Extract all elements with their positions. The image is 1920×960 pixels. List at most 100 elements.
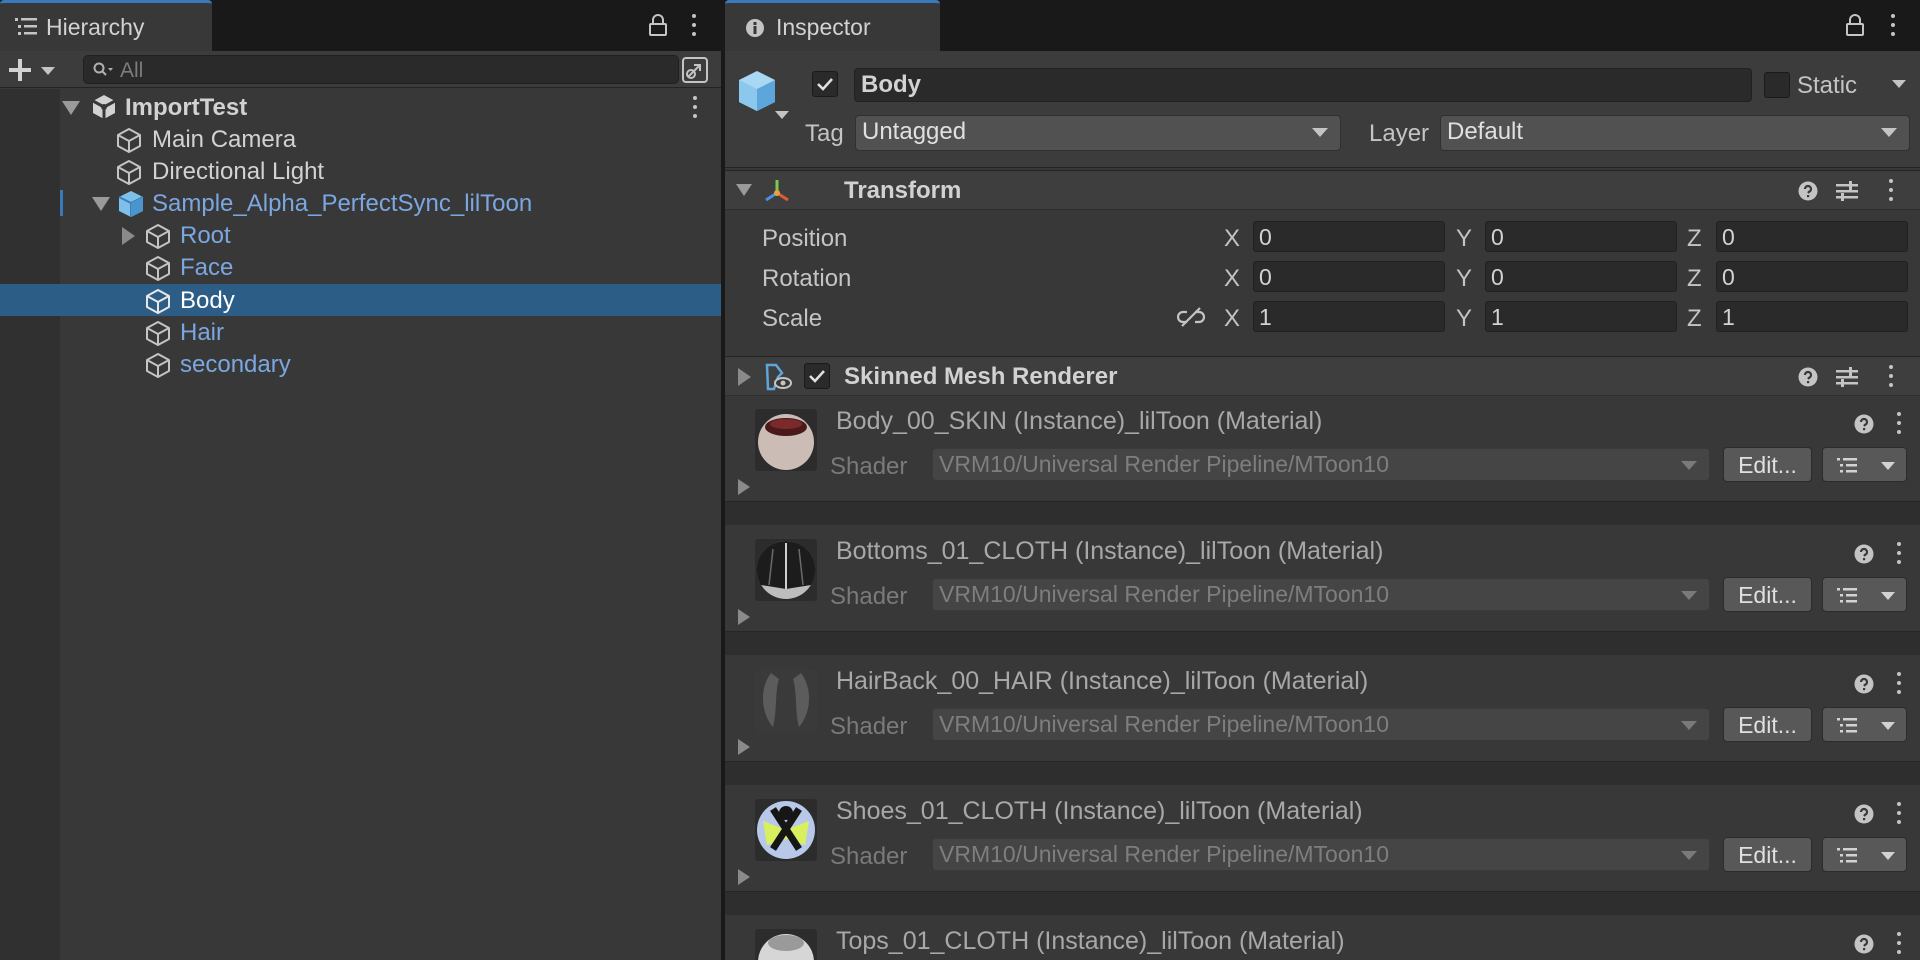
shader-options-dropdown[interactable] xyxy=(1822,577,1907,612)
help-icon[interactable] xyxy=(1854,674,1874,694)
layer-dropdown[interactable]: Default xyxy=(1440,115,1910,151)
material-preview-thumbnail[interactable] xyxy=(755,409,817,471)
material-menu-icon[interactable] xyxy=(1896,672,1902,696)
material-foldout-icon[interactable] xyxy=(738,609,750,625)
renderer-enabled-checkbox[interactable] xyxy=(804,363,830,389)
help-icon[interactable] xyxy=(1854,934,1874,954)
expand-arrow-icon[interactable] xyxy=(62,101,80,115)
chevron-down-icon xyxy=(1312,128,1328,137)
chevron-down-icon xyxy=(1881,128,1897,137)
material-preview-thumbnail[interactable] xyxy=(755,929,817,960)
hierarchy-row-body[interactable]: Body xyxy=(0,284,721,316)
material-menu-icon[interactable] xyxy=(1896,932,1902,956)
renderer-menu-icon[interactable] xyxy=(1888,365,1894,389)
shader-dropdown[interactable]: VRM10/Universal Render Pipeline/MToon10 xyxy=(932,578,1710,611)
position-y-field[interactable]: 0 xyxy=(1485,221,1677,252)
hierarchy-row-importtest[interactable]: ImportTest xyxy=(0,91,721,123)
gameobject-icon xyxy=(146,224,170,249)
scale-x-value: 1 xyxy=(1259,304,1272,330)
hierarchy-row-face[interactable]: Face xyxy=(0,251,721,283)
prefab-icon xyxy=(118,191,144,217)
material-menu-icon[interactable] xyxy=(1896,802,1902,826)
edit-shader-button[interactable]: Edit... xyxy=(1723,707,1812,742)
transform-menu-icon[interactable] xyxy=(1888,179,1894,203)
hierarchy-list-icon xyxy=(15,18,37,35)
constrain-proportions-icon[interactable] xyxy=(1177,306,1205,328)
transform-header[interactable]: Transform xyxy=(725,170,1920,210)
lock-icon[interactable] xyxy=(649,14,667,36)
scale-y-field[interactable]: 1 xyxy=(1485,301,1677,332)
shader-dropdown[interactable]: VRM10/Universal Render Pipeline/MToon10 xyxy=(932,708,1710,741)
rotation-label: Rotation xyxy=(762,265,852,292)
axis-z-label: Z xyxy=(1687,265,1702,292)
icon-dropdown-arrow[interactable] xyxy=(775,111,789,121)
edit-shader-button[interactable]: Edit... xyxy=(1723,577,1812,612)
skinned-mesh-renderer-header[interactable]: Skinned Mesh Renderer xyxy=(725,356,1920,396)
shader-label: Shader xyxy=(830,843,908,870)
static-checkbox[interactable] xyxy=(1764,72,1790,98)
shader-options-dropdown[interactable] xyxy=(1822,837,1907,872)
help-icon[interactable] xyxy=(1798,367,1818,387)
scale-z-field[interactable]: 1 xyxy=(1716,301,1908,332)
shader-options-dropdown[interactable] xyxy=(1822,447,1907,482)
material-menu-icon[interactable] xyxy=(1896,412,1902,436)
tag-dropdown[interactable]: Untagged xyxy=(855,115,1341,151)
help-icon[interactable] xyxy=(1854,544,1874,564)
hierarchy-tab[interactable]: Hierarchy xyxy=(0,0,212,51)
active-checkbox[interactable] xyxy=(812,71,838,97)
hierarchy-row-main-camera[interactable]: Main Camera xyxy=(0,123,721,155)
material-name: Tops_01_CLOTH (Instance)_lilToon (Materi… xyxy=(836,927,1345,955)
list-dropdown-icon xyxy=(1837,588,1895,603)
presets-icon[interactable] xyxy=(1836,181,1858,201)
lock-icon[interactable] xyxy=(1846,14,1864,36)
material-preview-thumbnail[interactable] xyxy=(755,669,817,731)
material-menu-icon[interactable] xyxy=(1896,542,1902,566)
help-icon[interactable] xyxy=(1854,804,1874,824)
material-foldout-icon[interactable] xyxy=(738,479,750,495)
hierarchy-row-directional-light[interactable]: Directional Light xyxy=(0,155,721,187)
inspector-tab[interactable]: Inspector xyxy=(725,0,940,51)
shader-options-dropdown[interactable] xyxy=(1822,707,1907,742)
gameobject-icon xyxy=(117,160,141,185)
hierarchy-row-secondary[interactable]: secondary xyxy=(0,348,721,380)
material-foldout-icon[interactable] xyxy=(738,869,750,885)
hierarchy-row-sample-prefab[interactable]: Sample_Alpha_PerfectSync_lilToon xyxy=(0,187,721,219)
presets-icon[interactable] xyxy=(1836,367,1858,387)
scene-visibility-icon[interactable] xyxy=(682,57,708,83)
help-icon[interactable] xyxy=(1854,414,1874,434)
hierarchy-row-root[interactable]: Root xyxy=(0,219,721,251)
rotation-z-value: 0 xyxy=(1722,264,1735,290)
scale-x-field[interactable]: 1 xyxy=(1253,301,1445,332)
axis-y-label: Y xyxy=(1456,305,1473,332)
shader-dropdown[interactable]: VRM10/Universal Render Pipeline/MToon10 xyxy=(932,838,1710,871)
static-dropdown-arrow[interactable] xyxy=(1892,80,1906,90)
help-icon[interactable] xyxy=(1798,181,1818,201)
expand-arrow-icon[interactable] xyxy=(92,197,110,211)
create-dropdown-icon[interactable] xyxy=(9,59,55,81)
hierarchy-search-field[interactable]: All xyxy=(83,55,679,84)
shader-name: VRM10/Universal Render Pipeline/MToon10 xyxy=(939,581,1390,607)
rotation-y-field[interactable]: 0 xyxy=(1485,261,1677,292)
shader-name: VRM10/Universal Render Pipeline/MToon10 xyxy=(939,711,1390,737)
scene-menu-icon[interactable] xyxy=(692,96,698,120)
foldout-arrow-icon[interactable] xyxy=(738,368,751,386)
rotation-z-field[interactable]: 0 xyxy=(1716,261,1908,292)
object-name-field[interactable]: Body xyxy=(854,68,1752,102)
edit-shader-button[interactable]: Edit... xyxy=(1723,837,1812,872)
hierarchy-tab-label: Hierarchy xyxy=(46,14,145,40)
position-x-field[interactable]: 0 xyxy=(1253,221,1445,252)
material-preview-thumbnail[interactable] xyxy=(755,539,817,601)
hierarchy-panel: Hierarchy All ImportTest Main Camera Dir… xyxy=(0,0,721,960)
material-foldout-icon[interactable] xyxy=(738,739,750,755)
hierarchy-menu-icon[interactable] xyxy=(691,14,697,38)
collapse-arrow-icon[interactable] xyxy=(122,227,135,245)
shader-dropdown[interactable]: VRM10/Universal Render Pipeline/MToon10 xyxy=(932,448,1710,481)
foldout-arrow-icon[interactable] xyxy=(736,184,752,196)
inspector-menu-icon[interactable] xyxy=(1890,14,1896,38)
rotation-x-field[interactable]: 0 xyxy=(1253,261,1445,292)
edit-shader-button[interactable]: Edit... xyxy=(1723,447,1812,482)
material-preview-thumbnail[interactable] xyxy=(755,799,817,861)
position-z-field[interactable]: 0 xyxy=(1716,221,1908,252)
checkmark-icon xyxy=(817,78,833,91)
hierarchy-row-hair[interactable]: Hair xyxy=(0,316,721,348)
